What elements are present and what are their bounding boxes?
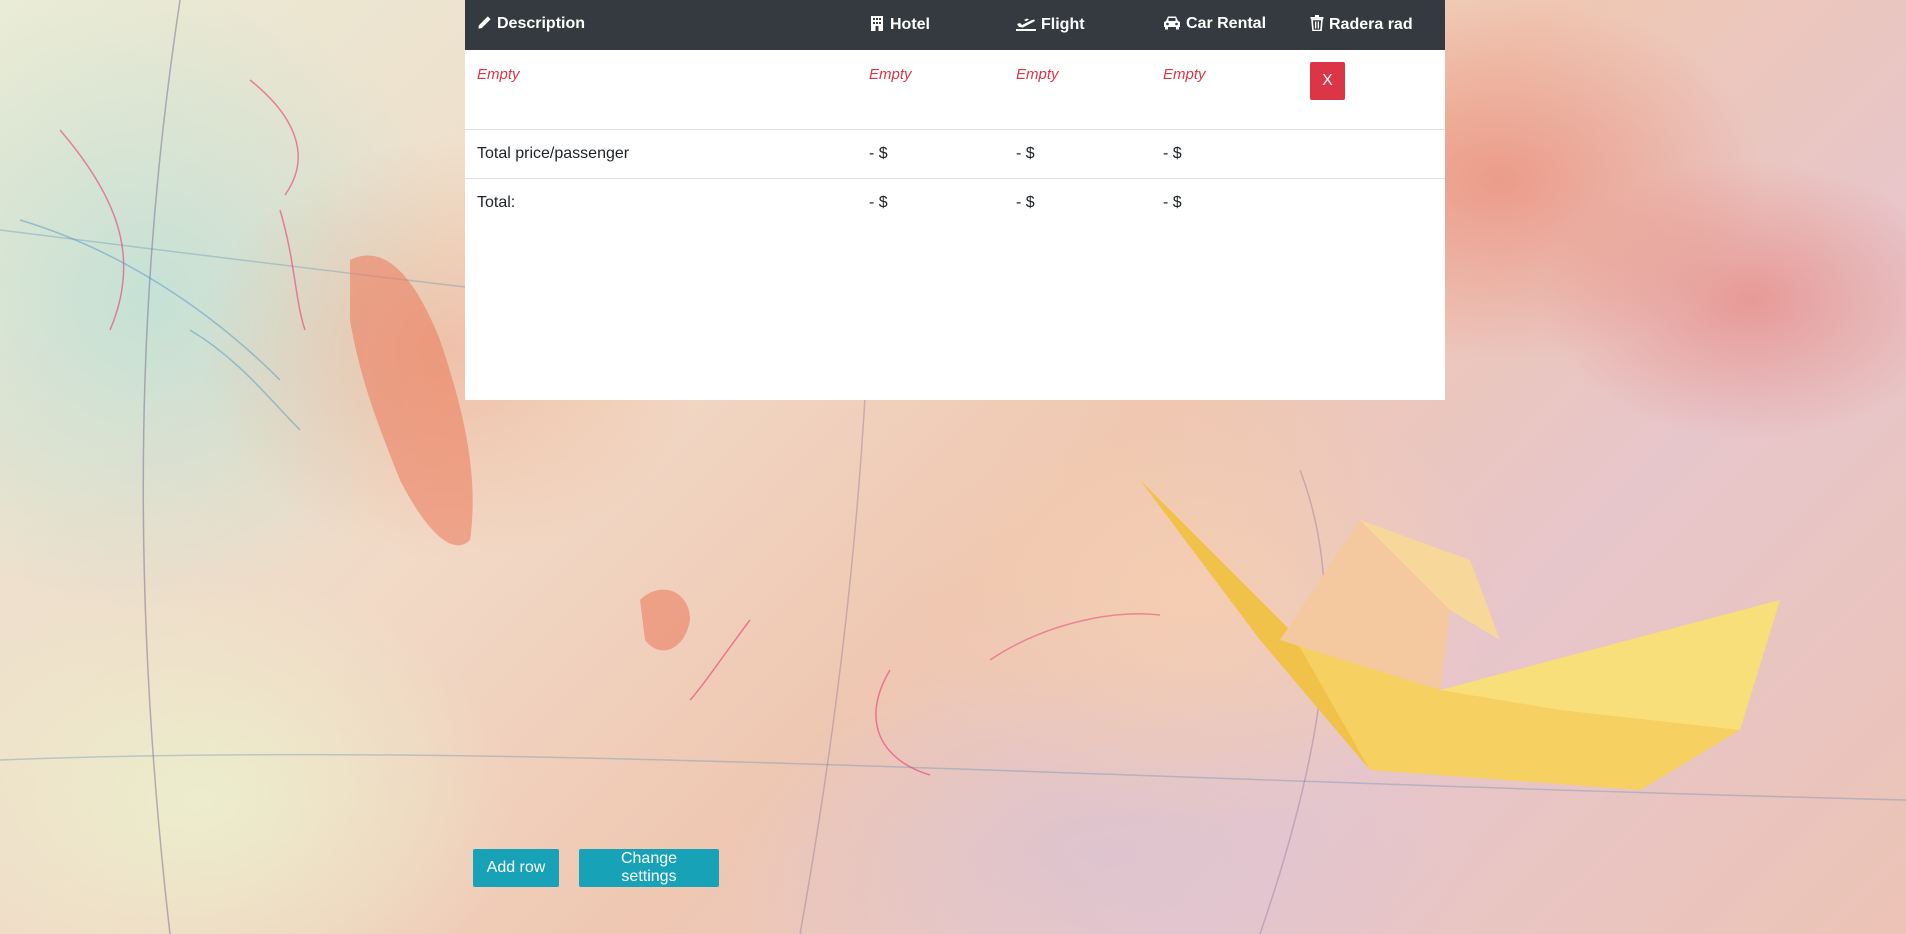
budget-table: Description Hotel Flight Car Rental Rade…: [465, 0, 1445, 227]
header-delete-row: Radera rad: [1298, 0, 1445, 50]
total-label: Total:: [465, 178, 857, 227]
price-per-passenger-hotel: - $: [857, 129, 1004, 179]
total-hotel: - $: [857, 178, 1004, 227]
header-hotel-label: Hotel: [890, 15, 930, 33]
cell-hotel-editable[interactable]: Empty: [857, 50, 1004, 130]
app-root: Description Hotel Flight Car Rental Rade…: [0, 0, 1906, 934]
price-per-passenger-flight: - $: [1004, 129, 1151, 179]
cell-flight-editable[interactable]: Empty: [1004, 50, 1151, 130]
total-flight: - $: [1004, 178, 1151, 227]
cell-description-editable[interactable]: Empty: [465, 50, 857, 130]
table-row: Empty Empty Empty Empty X: [465, 50, 1445, 130]
header-car-rental-label: Car Rental: [1186, 15, 1267, 32]
change-settings-button[interactable]: Change settings: [579, 849, 719, 887]
header-hotel: Hotel: [857, 0, 1004, 50]
budget-table-panel: Description Hotel Flight Car Rental Rade…: [465, 0, 1445, 400]
header-description: Description: [465, 0, 857, 50]
car-icon: [1163, 15, 1181, 35]
total-empty: [1298, 178, 1445, 227]
add-row-button[interactable]: Add row: [473, 849, 559, 887]
plane-departure-icon: [1016, 15, 1036, 36]
pencil-icon: [477, 15, 492, 35]
cell-car-rental-editable[interactable]: Empty: [1151, 50, 1298, 130]
price-per-passenger-car-rental: - $: [1151, 129, 1298, 179]
header-description-label: Description: [497, 15, 586, 32]
total-row: Total: - $ - $ - $: [465, 178, 1445, 227]
header-flight: Flight: [1004, 0, 1151, 50]
price-per-passenger-empty: [1298, 129, 1445, 179]
table-header-row: Description Hotel Flight Car Rental Rade…: [465, 0, 1445, 50]
header-car-rental: Car Rental: [1151, 0, 1298, 50]
price-per-passenger-label: Total price/passenger: [465, 129, 857, 179]
header-delete-row-label: Radera rad: [1329, 15, 1413, 33]
header-flight-label: Flight: [1041, 15, 1085, 33]
cell-delete: X: [1298, 50, 1445, 130]
trash-icon: [1310, 14, 1324, 36]
price-per-passenger-row: Total price/passenger - $ - $ - $: [465, 129, 1445, 179]
total-car-rental: - $: [1151, 178, 1298, 227]
building-icon: [869, 15, 885, 36]
paper-boat-illustration: [1140, 480, 1780, 790]
delete-row-button[interactable]: X: [1310, 62, 1345, 100]
